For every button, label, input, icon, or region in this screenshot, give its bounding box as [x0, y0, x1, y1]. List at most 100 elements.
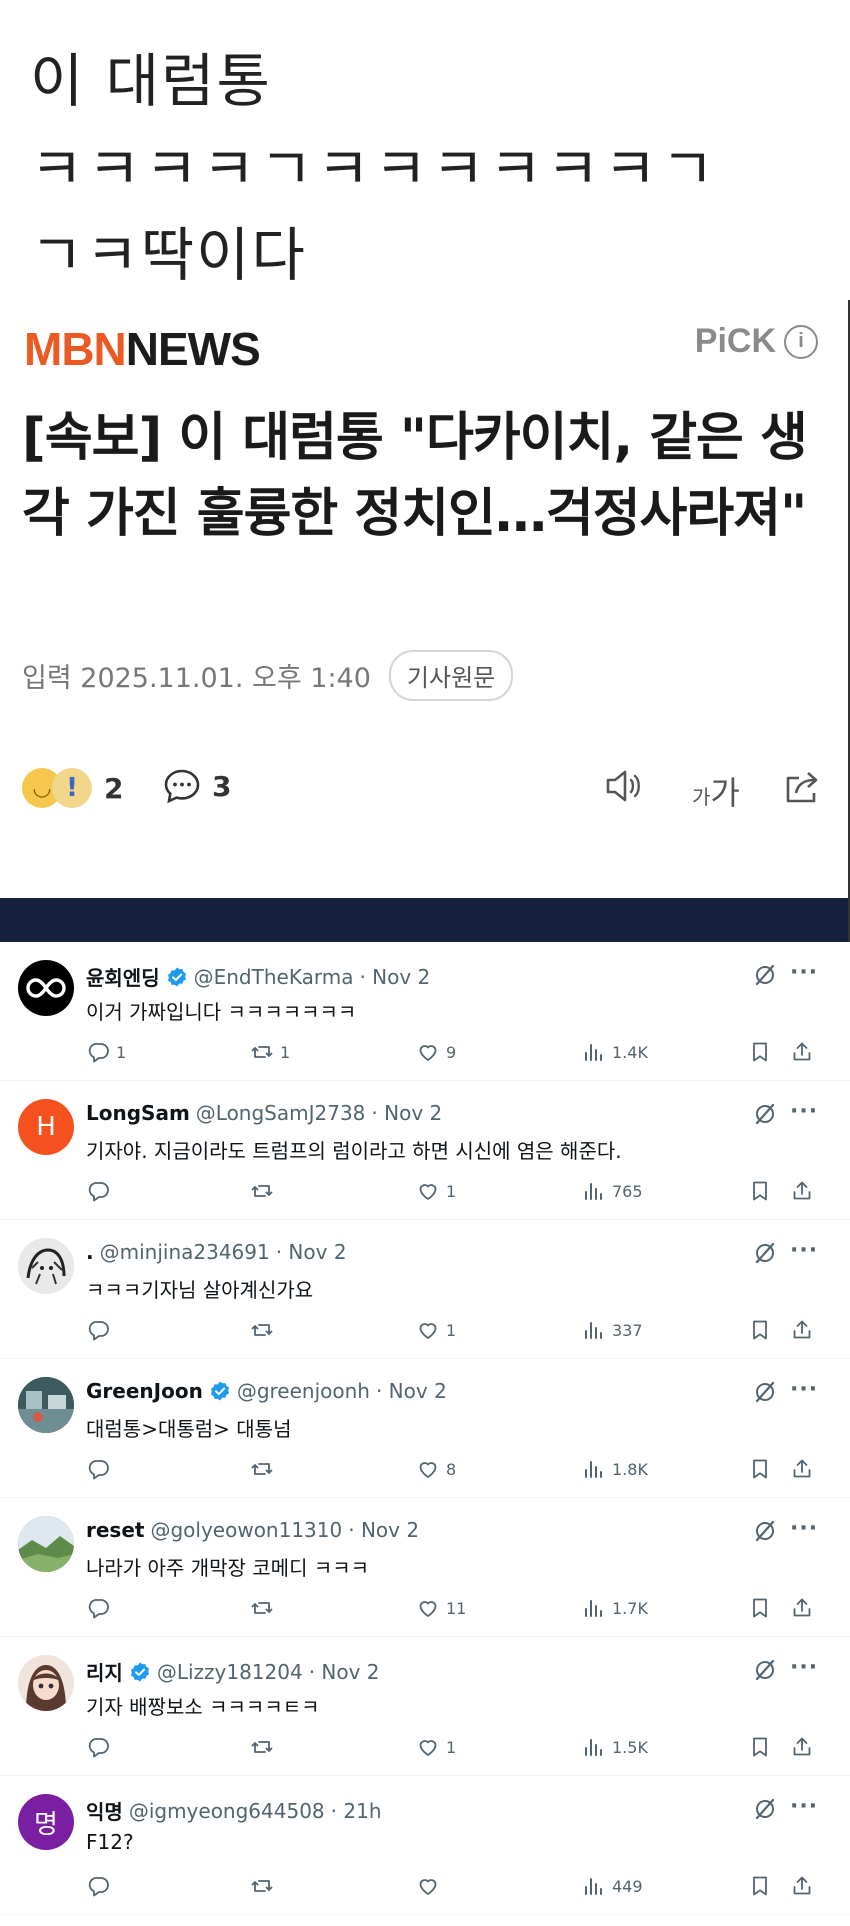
avatar[interactable]: [18, 960, 74, 1016]
grok-icon[interactable]: [752, 1657, 778, 1683]
pick-badge[interactable]: PiCK i: [695, 322, 818, 361]
post-date[interactable]: · Nov 2: [276, 1240, 347, 1264]
post-date[interactable]: · Nov 2: [376, 1379, 447, 1403]
post-date[interactable]: · Nov 2: [371, 1101, 442, 1125]
views-button[interactable]: 1.8K: [582, 1457, 648, 1481]
avatar[interactable]: [18, 1377, 74, 1433]
repost-button[interactable]: [250, 1457, 280, 1481]
repost-button[interactable]: [250, 1735, 280, 1759]
repost-button[interactable]: [250, 1596, 280, 1620]
reply-button[interactable]: [86, 1874, 116, 1898]
like-button[interactable]: 8: [416, 1457, 456, 1481]
repost-button[interactable]: 1: [250, 1040, 290, 1064]
display-name[interactable]: 윤회엔딩: [86, 962, 160, 991]
views-button[interactable]: 1.4K: [582, 1040, 648, 1064]
reply-button[interactable]: [86, 1179, 116, 1203]
grok-icon[interactable]: [752, 1379, 778, 1405]
bookmark-button[interactable]: [748, 1040, 772, 1064]
more-options-icon[interactable]: ···: [790, 1099, 818, 1124]
handle[interactable]: @minjina234691: [100, 1240, 270, 1264]
repost-button[interactable]: [250, 1318, 280, 1342]
views-button[interactable]: 1.7K: [582, 1596, 648, 1620]
repost-button[interactable]: [250, 1179, 280, 1203]
like-button[interactable]: 11: [416, 1596, 466, 1620]
more-options-icon[interactable]: ···: [790, 960, 818, 985]
handle[interactable]: @greenjoonh: [237, 1379, 370, 1403]
share-button[interactable]: [790, 1040, 814, 1064]
grok-icon[interactable]: [752, 962, 778, 988]
avatar[interactable]: H: [18, 1099, 74, 1155]
reply-button[interactable]: [86, 1318, 116, 1342]
reply-button[interactable]: [86, 1457, 116, 1481]
avatar[interactable]: 명: [18, 1794, 74, 1850]
handle[interactable]: @LongSamJ2738: [196, 1101, 366, 1125]
display-name[interactable]: LongSam: [86, 1101, 190, 1125]
more-options-icon[interactable]: ···: [790, 1238, 818, 1263]
like-button[interactable]: [416, 1874, 446, 1898]
grok-icon[interactable]: [752, 1240, 778, 1266]
grok-icon[interactable]: [752, 1796, 778, 1822]
tweet[interactable]: H LongSam @LongSamJ2738 · Nov 2 기자야. 지금이…: [0, 1081, 850, 1220]
views-button[interactable]: 1.5K: [582, 1735, 648, 1759]
share-button[interactable]: [790, 1874, 814, 1898]
font-size-button[interactable]: 가가: [692, 768, 740, 814]
tweet[interactable]: . @minjina234691 · Nov 2 ㅋㅋㅋ기자님 살아계신가요 ·…: [0, 1220, 850, 1359]
like-button[interactable]: 1: [416, 1179, 456, 1203]
handle[interactable]: @EndTheKarma: [194, 965, 354, 989]
display-name[interactable]: 리지: [86, 1657, 123, 1686]
repost-button[interactable]: [250, 1874, 280, 1898]
tweet[interactable]: GreenJoon @greenjoonh · Nov 2 대럼통>대통럼> 대…: [0, 1359, 850, 1498]
bookmark-button[interactable]: [748, 1318, 772, 1342]
info-icon[interactable]: i: [784, 324, 818, 359]
bookmark-button[interactable]: [748, 1596, 772, 1620]
views-button[interactable]: 337: [582, 1318, 643, 1342]
reply-button[interactable]: [86, 1735, 116, 1759]
mbn-news-logo[interactable]: MBNNEWS: [24, 322, 261, 376]
bookmark-button[interactable]: [748, 1179, 772, 1203]
views-button[interactable]: 765: [582, 1179, 643, 1203]
comment-button[interactable]: 3: [162, 766, 231, 806]
reply-button[interactable]: 1: [86, 1040, 126, 1064]
tweet[interactable]: 명 익명 @igmyeong644508 · 21h F12? ··· 449: [0, 1776, 850, 1915]
share-button[interactable]: [790, 1735, 814, 1759]
like-button[interactable]: 1: [416, 1735, 456, 1759]
like-button[interactable]: 1: [416, 1318, 456, 1342]
original-article-button[interactable]: 기사원문: [388, 650, 514, 701]
handle[interactable]: @golyeowon11310: [150, 1518, 342, 1542]
bookmark-button[interactable]: [748, 1874, 772, 1898]
post-date[interactable]: · 21h: [331, 1799, 382, 1823]
grok-icon[interactable]: [752, 1518, 778, 1544]
bookmark-button[interactable]: [748, 1735, 772, 1759]
share-button[interactable]: [790, 1457, 814, 1481]
post-date[interactable]: · Nov 2: [309, 1660, 380, 1684]
more-options-icon[interactable]: ···: [790, 1377, 818, 1402]
more-options-icon[interactable]: ···: [790, 1794, 818, 1819]
reply-button[interactable]: [86, 1596, 116, 1620]
reaction-button[interactable]: ◡ ! 2: [22, 766, 123, 810]
tweet[interactable]: 리지 @Lizzy181204 · Nov 2 기자 배짱보소 ㅋㅋㅋㅋㅌㅋ ·…: [0, 1637, 850, 1776]
speaker-icon[interactable]: [602, 766, 646, 806]
share-button[interactable]: [790, 1318, 814, 1342]
like-button[interactable]: 9: [416, 1040, 456, 1064]
tweet[interactable]: reset @golyeowon11310 · Nov 2 나라가 아주 개막장…: [0, 1498, 850, 1637]
avatar[interactable]: [18, 1238, 74, 1294]
tweet[interactable]: 윤회엔딩 @EndTheKarma · Nov 2 이거 가짜입니다 ㅋㅋㅋㅋㅋ…: [0, 942, 850, 1081]
display-name[interactable]: 익명: [86, 1796, 123, 1825]
post-date[interactable]: · Nov 2: [348, 1518, 419, 1542]
share-button[interactable]: [790, 1596, 814, 1620]
more-options-icon[interactable]: ···: [790, 1516, 818, 1541]
handle[interactable]: @igmyeong644508: [129, 1799, 325, 1823]
share-icon[interactable]: [782, 766, 824, 806]
share-button[interactable]: [790, 1179, 814, 1203]
grok-icon[interactable]: [752, 1101, 778, 1127]
display-name[interactable]: .: [86, 1240, 94, 1264]
display-name[interactable]: GreenJoon: [86, 1379, 203, 1403]
views-button[interactable]: 449: [582, 1874, 643, 1898]
post-date[interactable]: · Nov 2: [359, 965, 430, 989]
handle[interactable]: @Lizzy181204: [157, 1660, 303, 1684]
display-name[interactable]: reset: [86, 1518, 144, 1542]
avatar[interactable]: [18, 1655, 74, 1711]
avatar[interactable]: [18, 1516, 74, 1572]
more-options-icon[interactable]: ···: [790, 1655, 818, 1680]
bookmark-button[interactable]: [748, 1457, 772, 1481]
